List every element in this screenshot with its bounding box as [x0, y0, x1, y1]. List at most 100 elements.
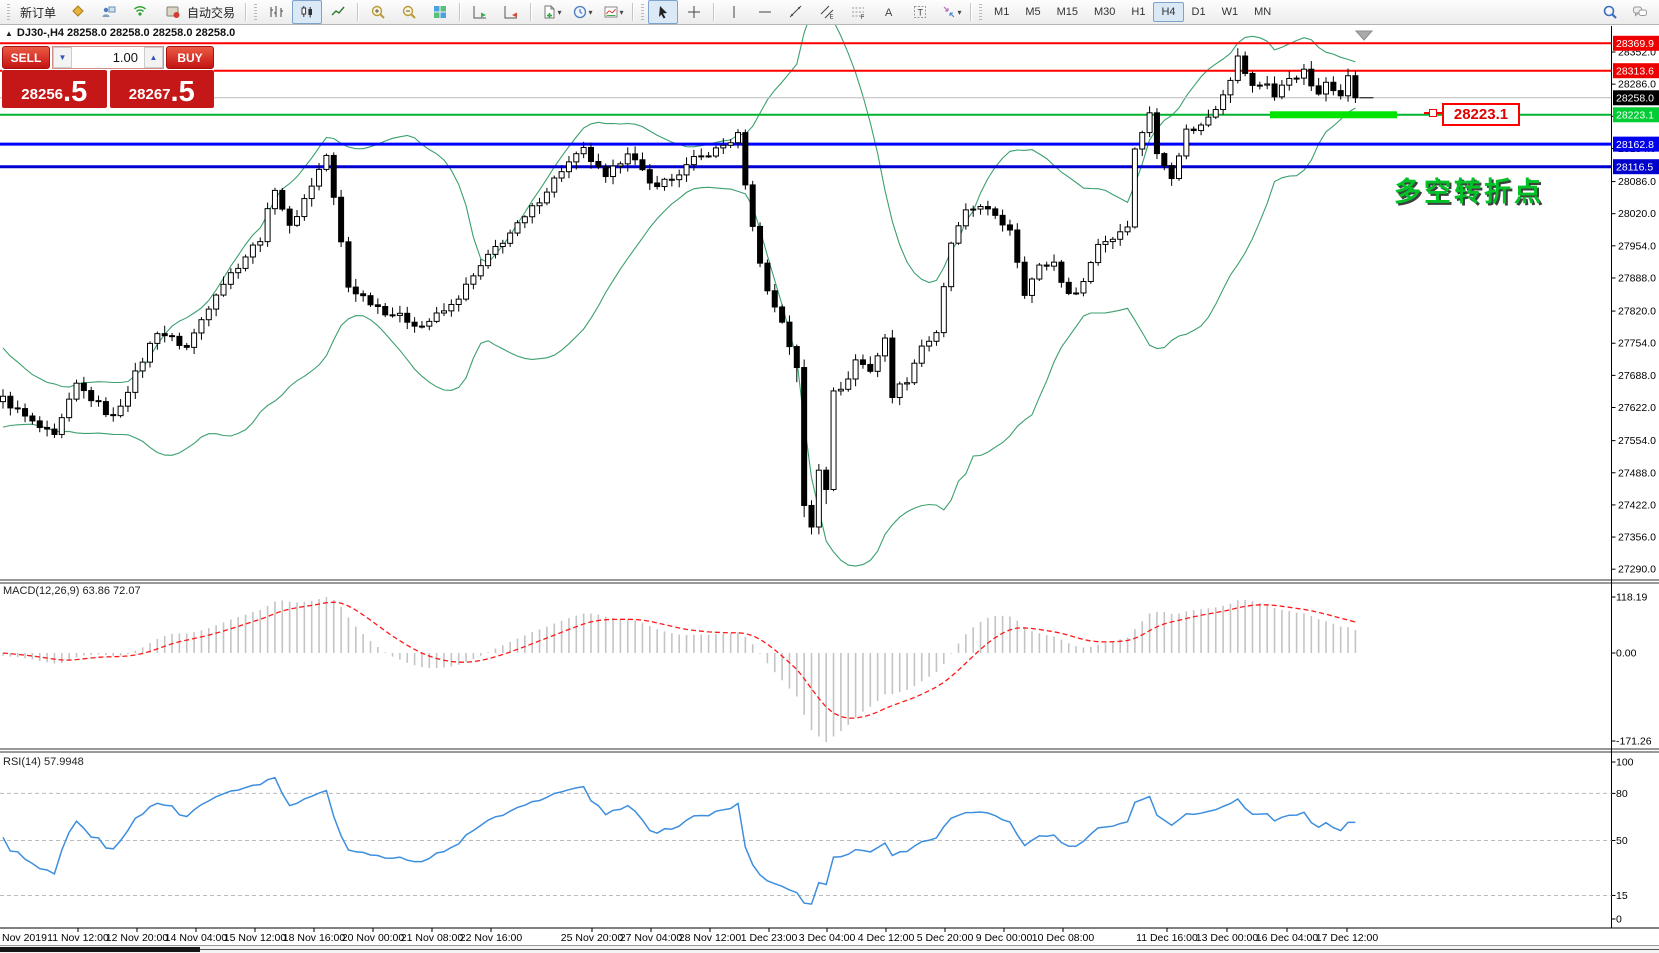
time-axis-label: 25 Nov 20:00 — [561, 932, 624, 944]
time-axis-label: 5 Dec 20:00 — [917, 932, 974, 944]
svg-text:27688.0: 27688.0 — [1618, 370, 1656, 382]
chart-title-text: DJ30-,H4 28258.0 28258.0 28258.0 28258.0 — [17, 27, 235, 39]
dropdown-caret: ▾ — [558, 8, 562, 17]
time-axis-label: 9 Dec 00:00 — [976, 932, 1033, 944]
comments-icon[interactable] — [1625, 0, 1655, 24]
sell-price-box[interactable]: 28256 .5 — [2, 70, 107, 108]
svg-text:27820.0: 27820.0 — [1618, 306, 1656, 318]
toolbar: 新订单 自动交易 ▾ ▾ ▾ E F A T ▾ M — [0, 0, 1659, 25]
svg-text:F: F — [861, 15, 865, 20]
time-axis-label: 14 Nov 04:00 — [165, 932, 228, 944]
autotrading-icon — [162, 3, 184, 21]
new-order-button[interactable]: 新订单 — [14, 0, 62, 24]
fibonacci-tool-icon[interactable]: F — [843, 0, 873, 24]
svg-text:100: 100 — [1616, 757, 1634, 769]
timeframe-d1[interactable]: D1 — [1184, 2, 1214, 22]
sell-price: 28256 — [21, 87, 63, 102]
timeframe-mn[interactable]: MN — [1246, 2, 1279, 22]
period-clock-icon[interactable]: ▾ — [567, 0, 597, 24]
signals-icon[interactable] — [125, 0, 155, 24]
price-annotation-box[interactable]: 28223.1 — [1442, 103, 1520, 126]
svg-text:27888.0: 27888.0 — [1618, 272, 1656, 284]
time-axis: Nov 201911 Nov 12:0012 Nov 20:0014 Nov 0… — [2, 928, 1378, 944]
timeframe-m5[interactable]: M5 — [1017, 2, 1048, 22]
time-axis-label: 21 Nov 08:00 — [401, 932, 464, 944]
volume-increase-button[interactable]: ▲ — [144, 47, 163, 68]
arrows-tool-icon[interactable]: ▾ — [936, 0, 966, 24]
svg-text:27290.0: 27290.0 — [1618, 564, 1656, 576]
svg-text:28086.0: 28086.0 — [1618, 176, 1656, 188]
chart-shift-icon[interactable] — [496, 0, 526, 24]
timeframe-h1[interactable]: H1 — [1123, 2, 1153, 22]
timeframe-m30[interactable]: M30 — [1086, 2, 1123, 22]
svg-text:28258.0: 28258.0 — [1616, 93, 1654, 105]
time-axis-label: 15 Nov 12:00 — [224, 932, 287, 944]
timeframe-m1[interactable]: M1 — [986, 2, 1017, 22]
svg-text:0.00: 0.00 — [1616, 648, 1637, 660]
metaeditor-icon[interactable] — [63, 0, 93, 24]
zoom-in-icon[interactable] — [363, 0, 393, 24]
timeframe-m15[interactable]: M15 — [1049, 2, 1086, 22]
panel-frame — [0, 26, 1659, 928]
window-collapse-icon[interactable]: ▲ — [5, 29, 13, 38]
vertical-line-tool-icon[interactable] — [719, 0, 749, 24]
svg-text:50: 50 — [1616, 835, 1628, 847]
time-axis-label: 1 Dec 23:00 — [741, 932, 798, 944]
timeframe-h4[interactable]: H4 — [1153, 2, 1183, 22]
mt4-window: 新订单 自动交易 ▾ ▾ ▾ E F A T ▾ M — [0, 0, 1659, 953]
svg-text:27422.0: 27422.0 — [1618, 499, 1656, 511]
bar-chart-icon[interactable] — [261, 0, 291, 24]
crosshair-icon[interactable] — [679, 0, 709, 24]
buy-price: 28267 — [129, 87, 171, 102]
time-axis-label: 12 Nov 20:00 — [106, 932, 169, 944]
cursor-icon[interactable] — [648, 0, 678, 24]
strategy-tester-icon[interactable] — [94, 0, 124, 24]
tile-windows-icon[interactable] — [425, 0, 455, 24]
horizontal-level-lines — [0, 43, 1612, 166]
svg-text:E: E — [830, 15, 834, 21]
time-axis-label: 11 Dec 16:00 — [1136, 932, 1198, 944]
rsi-indicator-label: RSI(14) 57.9948 — [3, 756, 84, 768]
chart-canvas[interactable]: 28352.028286.028220.028154.028086.028020… — [0, 0, 1659, 953]
zoom-out-icon[interactable] — [394, 0, 424, 24]
indicators-icon[interactable]: ▾ — [598, 0, 628, 24]
new-chart-icon[interactable]: ▾ — [536, 0, 566, 24]
price-axis: 28352.028286.028220.028154.028086.028020… — [1612, 47, 1657, 576]
time-axis-label: 11 Nov 12:00 — [47, 932, 109, 944]
toolbar-grip[interactable] — [7, 4, 10, 20]
time-axis-label: 18 Nov 16:00 — [283, 932, 346, 944]
buy-label: BUY — [177, 51, 202, 65]
chart-shift-marker — [1356, 31, 1372, 40]
text-tool-icon[interactable]: A — [874, 0, 904, 24]
horizontal-line-tool-icon[interactable] — [750, 0, 780, 24]
trendline-tool-icon[interactable] — [781, 0, 811, 24]
chart-note-text[interactable]: 多空转折点 — [1394, 170, 1544, 209]
time-axis-label: 3 Dec 04:00 — [799, 932, 856, 944]
svg-text:28286.0: 28286.0 — [1618, 79, 1656, 91]
svg-text:T: T — [918, 8, 924, 18]
volume-decrease-button[interactable]: ▼ — [53, 47, 72, 68]
equidistant-channel-tool-icon[interactable]: E — [812, 0, 842, 24]
buy-price-box[interactable]: 28267 .5 — [110, 70, 215, 108]
line-chart-icon[interactable] — [323, 0, 353, 24]
candlestick-chart-icon[interactable] — [292, 0, 322, 24]
svg-text:27954.0: 27954.0 — [1618, 240, 1656, 252]
dropdown-caret: ▾ — [589, 8, 593, 17]
time-axis-label: 27 Nov 04:00 — [620, 932, 683, 944]
toolbar-grip[interactable] — [254, 4, 257, 20]
sell-button[interactable]: SELL — [2, 46, 50, 69]
highlight-level-bar — [1270, 111, 1397, 118]
svg-text:28313.6: 28313.6 — [1616, 66, 1654, 78]
search-icon[interactable] — [1595, 0, 1625, 24]
auto-scroll-icon[interactable] — [465, 0, 495, 24]
timeframe-w1[interactable]: W1 — [1214, 2, 1247, 22]
volume-input[interactable]: 1.00 — [72, 47, 144, 68]
svg-text:28020.0: 28020.0 — [1618, 208, 1656, 220]
svg-text:80: 80 — [1616, 788, 1628, 800]
toolbar-grip[interactable] — [641, 4, 644, 20]
horizontal-scrollbar[interactable] — [0, 947, 200, 952]
autotrading-button[interactable]: 自动交易 — [156, 0, 241, 24]
buy-button[interactable]: BUY — [166, 46, 214, 69]
toolbar-grip[interactable] — [979, 4, 982, 20]
text-label-tool-icon[interactable]: T — [905, 0, 935, 24]
